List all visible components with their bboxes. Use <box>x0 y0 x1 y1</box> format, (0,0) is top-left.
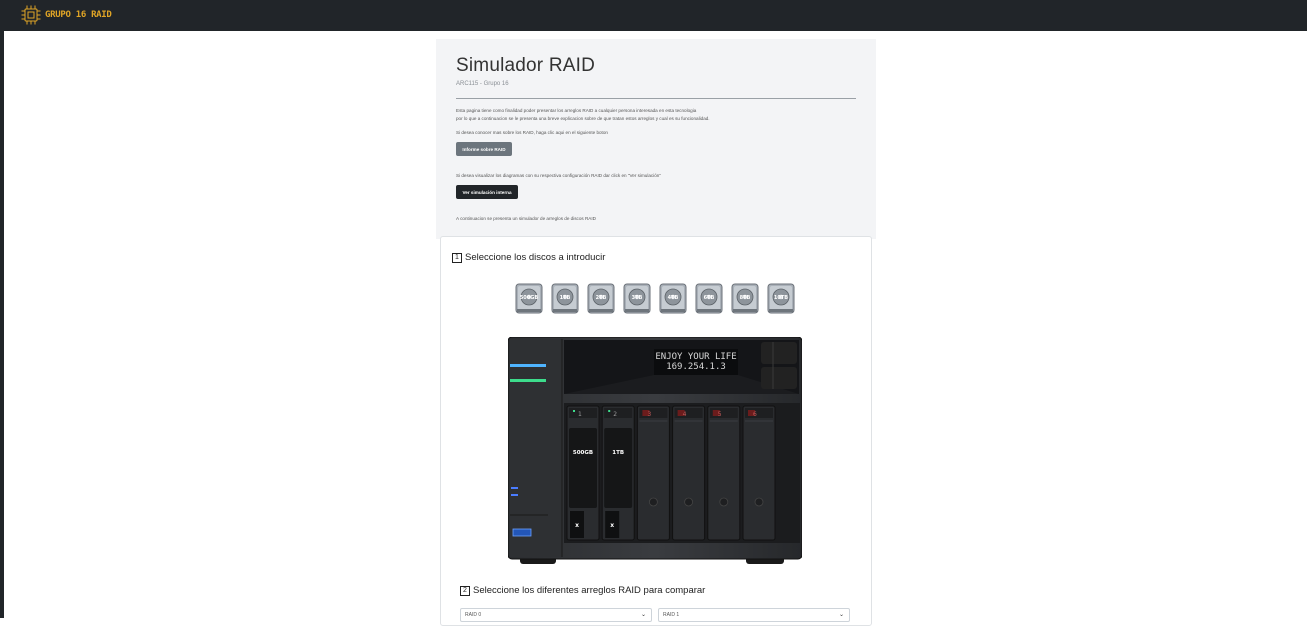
disk-option[interactable]: 10TB <box>767 283 795 314</box>
navbar: GRUPO 16 RAID <box>0 0 1307 31</box>
disk-option[interactable]: 1TB <box>551 283 579 314</box>
hard-disk-icon: 6TB <box>695 283 723 314</box>
hard-disk-icon: 4TB <box>659 283 687 314</box>
brand-text: GRUPO 16 RAID <box>45 10 112 20</box>
raid-select-right-value: RAID 1 <box>663 612 680 618</box>
remove-disk-button[interactable]: x <box>575 522 579 529</box>
divider <box>456 98 856 99</box>
view-simulation-button[interactable]: Ver simulación interna <box>456 185 518 199</box>
step1-number: 1 <box>452 252 462 263</box>
step2-label: Seleccione los diferentes arreglos RAID … <box>473 585 706 596</box>
nas-bay-number: 3 <box>647 411 651 418</box>
step2-number: 2 <box>460 585 470 596</box>
raid-select-left[interactable]: RAID 0 ⌄ <box>460 608 652 622</box>
hard-disk-icon: 10TB <box>767 283 795 314</box>
hard-disk-icon: 8TB <box>731 283 759 314</box>
cpu-chip-icon <box>21 5 41 25</box>
nas-bay[interactable]: 5 <box>707 405 741 541</box>
lcd-line2: 169.254.1.3 <box>666 362 726 372</box>
intro-text-line2: por lo que a continuacion se le presenta… <box>456 116 710 121</box>
nas-bay[interactable]: 1 500GB x <box>566 405 600 541</box>
disk-option[interactable]: 8TB <box>731 283 759 314</box>
disk-option[interactable]: 500GB <box>515 283 543 314</box>
disk-option-label: 4TB <box>668 295 679 301</box>
disk-option[interactable]: 4TB <box>659 283 687 314</box>
diagram-text: Si desea visualizar los diagramas con su… <box>456 173 661 178</box>
simulator-text: A continuacion se presenta un simulador … <box>456 216 596 221</box>
raid-select-right[interactable]: RAID 1 ⌄ <box>658 608 850 622</box>
intro-text-line1: Esta pagina tiene como finalidad poder p… <box>456 108 697 113</box>
nas-bay-number: 1 <box>578 411 582 418</box>
disk-option-label: 500GB <box>520 295 539 301</box>
raid-select-left-value: RAID 0 <box>465 612 482 618</box>
nas-bay-number: 5 <box>718 411 722 418</box>
nas-bay-disk-label: 1TB <box>612 450 624 456</box>
nas-bay-disk-label: 500GB <box>573 450 593 456</box>
disk-option-label: 8TB <box>740 295 751 301</box>
hard-disk-icon: 3TB <box>623 283 651 314</box>
step1-heading: 1 Seleccione los discos a introducir <box>452 252 605 263</box>
window-frame <box>0 31 4 618</box>
brand-link[interactable]: GRUPO 16 RAID <box>20 4 112 26</box>
disk-option-label: 6TB <box>704 295 715 301</box>
page-title: Simulador RAID <box>456 55 596 76</box>
remove-disk-button[interactable]: x <box>610 522 614 529</box>
disk-option-label: 1TB <box>560 295 571 301</box>
disk-option-label: 3TB <box>632 295 643 301</box>
nas-bay[interactable]: 4 <box>672 405 706 541</box>
nas-bay[interactable]: 6 <box>742 405 776 541</box>
hard-disk-icon: 2TB <box>587 283 615 314</box>
nas-bay-number: 4 <box>683 411 687 418</box>
info-text: Si desea conocer mas sobre los RAID, hag… <box>456 130 608 135</box>
disk-option[interactable]: 2TB <box>587 283 615 314</box>
step2-heading: 2 Seleccione los diferentes arreglos RAI… <box>460 585 705 596</box>
disk-option-label: 2TB <box>596 295 607 301</box>
nas-bay-number: 6 <box>753 411 757 418</box>
disk-option[interactable]: 3TB <box>623 283 651 314</box>
step1-label: Seleccione los discos a introducir <box>465 252 606 263</box>
page-subtitle: ARC115 - Grupo 16 <box>456 81 509 87</box>
nas-bay[interactable]: 3 <box>636 405 670 541</box>
hard-disk-icon: 1TB <box>551 283 579 314</box>
chevron-down-icon: ⌄ <box>640 612 646 618</box>
nas-bay-number: 2 <box>613 411 617 418</box>
info-raid-button[interactable]: Informe sobre RAID <box>456 142 512 156</box>
nas-bay[interactable]: 2 1TB x <box>601 405 635 541</box>
nas-device: ENJOY YOUR LIFE 169.254.1.3 1 500GB x 2 1TB x… <box>508 337 802 564</box>
chevron-down-icon: ⌄ <box>838 612 844 618</box>
disk-option[interactable]: 6TB <box>695 283 723 314</box>
lcd-line1: ENJOY YOUR LIFE <box>655 352 736 362</box>
disk-option-label: 10TB <box>774 295 788 301</box>
hard-disk-icon: 500GB <box>515 283 543 314</box>
